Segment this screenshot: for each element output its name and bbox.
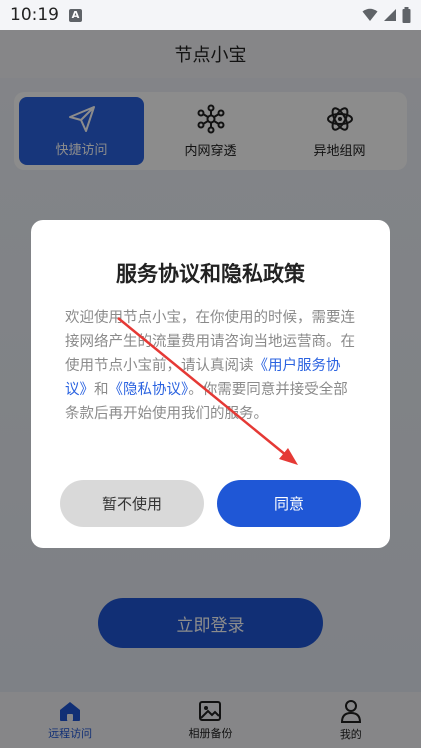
status-bar: 10:19 A xyxy=(0,0,421,30)
dialog-text-and: 和 xyxy=(94,382,109,398)
dialog-title: 服务协议和隐私政策 xyxy=(116,262,305,286)
signal-icon xyxy=(384,9,396,21)
status-icons xyxy=(362,7,411,23)
notification-icon: A xyxy=(69,8,82,22)
battery-icon xyxy=(402,7,411,23)
status-time: 10:19 xyxy=(10,5,59,25)
wifi-icon xyxy=(362,8,378,21)
agree-button[interactable]: 同意 xyxy=(217,480,361,527)
dialog-body: 欢迎使用节点小宝，在你使用的时候，需要连接网络产生的流量费用请咨询当地运营商。在… xyxy=(65,306,359,426)
cancel-button[interactable]: 暂不使用 xyxy=(60,480,204,527)
privacy-dialog: 服务协议和隐私政策 欢迎使用节点小宝，在你使用的时候，需要连接网络产生的流量费用… xyxy=(31,220,390,548)
privacy-link[interactable]: 《隐私协议》 xyxy=(109,382,189,398)
